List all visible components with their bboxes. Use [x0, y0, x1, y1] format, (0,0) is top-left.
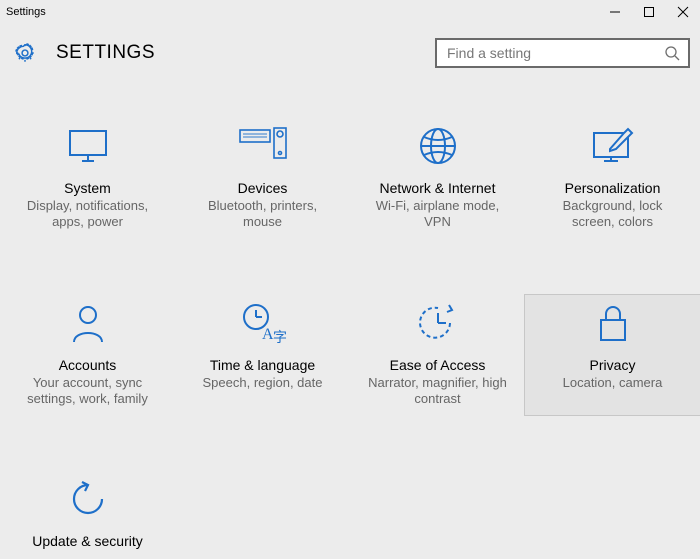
tile-subtitle: Location, camera: [541, 375, 684, 391]
tile-subtitle: Your account, sync settings, work, famil…: [16, 375, 159, 408]
tile-subtitle: Bluetooth, printers, mouse: [191, 198, 334, 231]
tile-title: Time & language: [191, 357, 334, 373]
settings-grid: System Display, notifications, apps, pow…: [0, 82, 700, 559]
tile-accounts[interactable]: Accounts Your account, sync settings, wo…: [0, 295, 175, 416]
tile-title: Update & security: [16, 533, 159, 549]
svg-text:字: 字: [273, 330, 287, 346]
tile-ease-of-access[interactable]: Ease of Access Narrator, magnifier, high…: [350, 295, 525, 416]
tile-system[interactable]: System Display, notifications, apps, pow…: [0, 118, 175, 239]
update-icon: [16, 475, 159, 523]
personalization-icon: [541, 122, 684, 170]
tile-title: Privacy: [541, 357, 684, 373]
window-controls: [598, 0, 700, 24]
close-button[interactable]: [666, 0, 700, 24]
tile-subtitle: Speech, region, date: [191, 375, 334, 391]
tile-title: Network & Internet: [366, 180, 509, 196]
ease-of-access-icon: [366, 299, 509, 347]
title-bar: Settings: [0, 0, 700, 24]
tile-time-language[interactable]: A 字 Time & language Speech, region, date: [175, 295, 350, 416]
search-input[interactable]: [447, 45, 664, 61]
search-box[interactable]: [435, 38, 690, 68]
minimize-button[interactable]: [598, 0, 632, 24]
time-language-icon: A 字: [191, 299, 334, 347]
accounts-icon: [16, 299, 159, 347]
window-title: Settings: [6, 6, 598, 18]
gear-icon: [12, 40, 38, 66]
tile-title: Devices: [191, 180, 334, 196]
header: SETTINGS: [0, 24, 700, 82]
tile-title: Accounts: [16, 357, 159, 373]
lock-icon: [541, 299, 684, 347]
tile-subtitle: Display, notifications, apps, power: [16, 198, 159, 231]
tile-subtitle: Wi-Fi, airplane mode, VPN: [366, 198, 509, 231]
system-icon: [16, 122, 159, 170]
tile-privacy[interactable]: Privacy Location, camera: [525, 295, 700, 416]
tile-update-security[interactable]: Update & security: [0, 471, 175, 559]
tile-network[interactable]: Network & Internet Wi-Fi, airplane mode,…: [350, 118, 525, 239]
page-title: SETTINGS: [56, 42, 155, 64]
tile-subtitle: Narrator, magnifier, high contrast: [366, 375, 509, 408]
search-icon: [664, 45, 680, 61]
tile-title: Personalization: [541, 180, 684, 196]
tile-personalization[interactable]: Personalization Background, lock screen,…: [525, 118, 700, 239]
tile-title: Ease of Access: [366, 357, 509, 373]
devices-icon: [191, 122, 334, 170]
tile-subtitle: Background, lock screen, colors: [541, 198, 684, 231]
tile-title: System: [16, 180, 159, 196]
maximize-button[interactable]: [632, 0, 666, 24]
tile-devices[interactable]: Devices Bluetooth, printers, mouse: [175, 118, 350, 239]
globe-icon: [366, 122, 509, 170]
